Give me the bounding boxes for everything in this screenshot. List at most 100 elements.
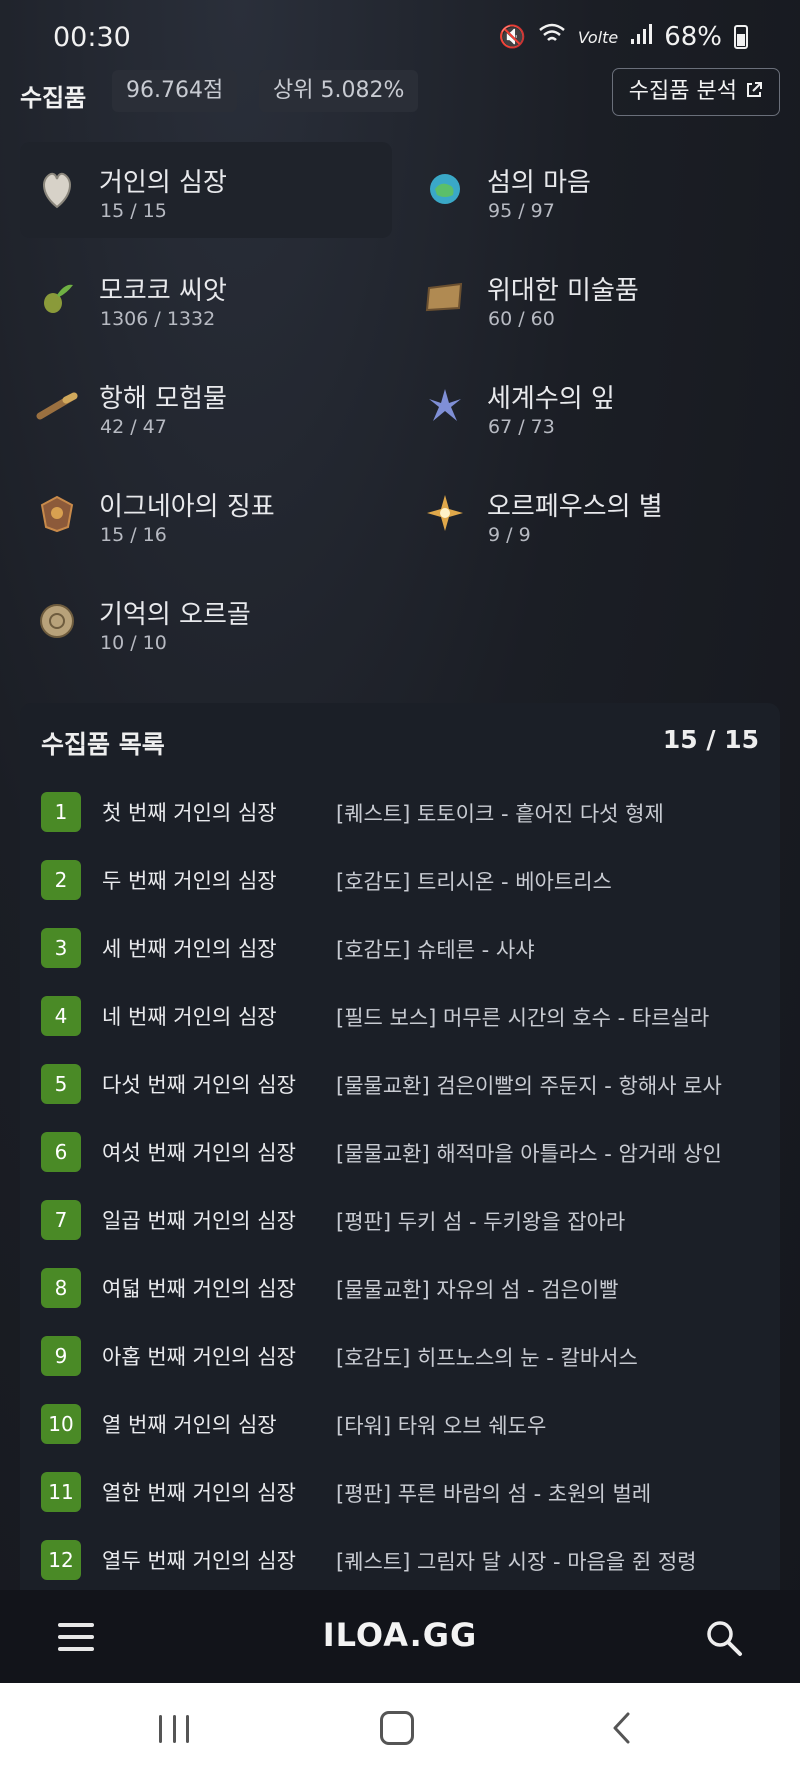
item-name: 첫 번째 거인의 심장 bbox=[102, 801, 277, 825]
item-name: 세 번째 거인의 심장 bbox=[102, 937, 277, 961]
category-world-tree-leaf[interactable]: 세계수의 잎 67 / 73 bbox=[408, 358, 780, 454]
battery-percent: 68% bbox=[664, 22, 722, 52]
list-title: 수집품 목록 bbox=[41, 730, 165, 759]
item-name: 다섯 번째 거인의 심장 bbox=[102, 1073, 296, 1097]
list-item[interactable]: 10 열 번째 거인의 심장 [타워] 타워 오브 쉐도우 bbox=[41, 1401, 761, 1445]
category-name: 세계수의 잎 bbox=[487, 384, 615, 414]
site-logo[interactable]: ILOA.GG bbox=[0, 1616, 800, 1654]
recent-apps-icon[interactable] bbox=[159, 1715, 189, 1743]
battery-icon bbox=[734, 25, 748, 49]
rank-badge: 상위 5.082% bbox=[259, 70, 419, 112]
status-icons: 🔇 Volte 68% bbox=[498, 22, 748, 52]
list-item[interactable]: 4 네 번째 거인의 심장 [필드 보스] 머무른 시간의 호수 - 타르실라 bbox=[41, 993, 761, 1037]
item-name: 여섯 번째 거인의 심장 bbox=[102, 1141, 296, 1165]
list-item[interactable]: 11 열한 번째 거인의 심장 [평판] 푸른 바람의 섬 - 초원의 벌레 bbox=[41, 1469, 761, 1513]
island-heart-icon bbox=[420, 164, 470, 214]
item-number-badge: 2 bbox=[41, 860, 81, 900]
great-art-icon bbox=[420, 272, 470, 322]
category-name: 기억의 오르골 bbox=[99, 600, 251, 630]
category-count: 1306 / 1332 bbox=[100, 308, 216, 330]
item-source: [물물교환] 해적마을 아틀라스 - 암거래 상인 bbox=[336, 1142, 722, 1166]
list-item[interactable]: 7 일곱 번째 거인의 심장 [평판] 두키 섬 - 두키왕을 잡아라 bbox=[41, 1197, 761, 1241]
category-mokoko-seed[interactable]: 모코코 씨앗 1306 / 1332 bbox=[20, 250, 392, 346]
category-island-heart[interactable]: 섬의 마음 95 / 97 bbox=[408, 142, 780, 238]
mute-icon: 🔇 bbox=[498, 24, 526, 50]
collection-header: 수집품 96.764점 상위 5.082% 수집품 분석 bbox=[20, 68, 780, 118]
item-source: [호감도] 히프노스의 눈 - 칼바서스 bbox=[336, 1346, 638, 1370]
category-ignea-token[interactable]: 이그네아의 징표 15 / 16 bbox=[20, 466, 392, 562]
list-item[interactable]: 3 세 번째 거인의 심장 [호감도] 슈테른 - 사샤 bbox=[41, 925, 761, 969]
item-source: [타워] 타워 오브 쉐도우 bbox=[336, 1414, 547, 1438]
item-number-badge: 3 bbox=[41, 928, 81, 968]
item-source: [호감도] 트리시온 - 베아트리스 bbox=[336, 870, 612, 894]
android-nav-bar bbox=[0, 1683, 800, 1778]
memory-orgel-icon bbox=[32, 596, 82, 646]
home-icon[interactable] bbox=[380, 1711, 414, 1745]
item-source: [필드 보스] 머무른 시간의 호수 - 타르실라 bbox=[336, 1006, 710, 1030]
category-orpheus-star[interactable]: 오르페우스의 별 9 / 9 bbox=[408, 466, 780, 562]
list-item[interactable]: 9 아홉 번째 거인의 심장 [호감도] 히프노스의 눈 - 칼바서스 bbox=[41, 1333, 761, 1377]
app-screen: 00:30 🔇 Volte 68% 수집품 96.764점 상위 5.082% … bbox=[0, 0, 800, 1683]
category-count: 95 / 97 bbox=[488, 200, 555, 222]
item-name: 아홉 번째 거인의 심장 bbox=[102, 1345, 296, 1369]
list-item[interactable]: 6 여섯 번째 거인의 심장 [물물교환] 해적마을 아틀라스 - 암거래 상인 bbox=[41, 1129, 761, 1173]
category-count: 42 / 47 bbox=[100, 416, 167, 438]
item-name: 네 번째 거인의 심장 bbox=[102, 1005, 277, 1029]
back-icon[interactable] bbox=[608, 1711, 636, 1745]
list-item[interactable]: 5 다섯 번째 거인의 심장 [물물교환] 검은이빨의 주둔지 - 항해사 로사 bbox=[41, 1061, 761, 1105]
item-source: [퀘스트] 그림자 달 시장 - 마음을 쥔 정령 bbox=[336, 1550, 697, 1574]
item-source: [호감도] 슈테른 - 사샤 bbox=[336, 938, 535, 962]
ignea-token-icon bbox=[32, 488, 82, 538]
item-number-badge: 4 bbox=[41, 996, 81, 1036]
search-icon[interactable] bbox=[704, 1618, 744, 1658]
category-count: 15 / 16 bbox=[100, 524, 167, 546]
item-name: 열한 번째 거인의 심장 bbox=[102, 1481, 296, 1505]
category-count: 10 / 10 bbox=[100, 632, 167, 654]
volte-indicator: Volte bbox=[577, 27, 619, 47]
list-count: 15 / 15 bbox=[662, 725, 759, 754]
item-number-badge: 10 bbox=[41, 1404, 81, 1444]
item-number-badge: 7 bbox=[41, 1200, 81, 1240]
item-name: 열 번째 거인의 심장 bbox=[102, 1413, 277, 1437]
list-item[interactable]: 8 여덟 번째 거인의 심장 [물물교환] 자유의 섬 - 검은이빨 bbox=[41, 1265, 761, 1309]
status-bar: 00:30 🔇 Volte 68% bbox=[0, 0, 800, 72]
signal-icon bbox=[630, 23, 653, 51]
orpheus-star-icon bbox=[420, 488, 470, 538]
category-name: 항해 모험물 bbox=[99, 384, 227, 414]
item-source: [평판] 두키 섬 - 두키왕을 잡아라 bbox=[336, 1210, 626, 1234]
category-name: 오르페우스의 별 bbox=[487, 492, 663, 522]
list-item[interactable]: 1 첫 번째 거인의 심장 [퀘스트] 토토이크 - 흩어진 다섯 형제 bbox=[41, 789, 761, 833]
category-count: 67 / 73 bbox=[488, 416, 555, 438]
item-source: [물물교환] 자유의 섬 - 검은이빨 bbox=[336, 1278, 619, 1302]
mokoko-seed-icon bbox=[32, 272, 82, 322]
wifi-icon bbox=[538, 23, 566, 51]
category-count: 15 / 15 bbox=[100, 200, 167, 222]
collection-list-panel: 수집품 목록 15 / 15 1 첫 번째 거인의 심장 [퀘스트] 토토이크 … bbox=[20, 703, 780, 1603]
category-voyage-item[interactable]: 항해 모험물 42 / 47 bbox=[20, 358, 392, 454]
category-great-art[interactable]: 위대한 미술품 60 / 60 bbox=[408, 250, 780, 346]
category-memory-orgel[interactable]: 기억의 오르골 10 / 10 bbox=[20, 574, 392, 670]
category-name: 이그네아의 징표 bbox=[99, 492, 275, 522]
collection-analysis-button[interactable]: 수집품 분석 bbox=[611, 68, 780, 116]
item-number-badge: 1 bbox=[41, 792, 81, 832]
category-name: 섬의 마음 bbox=[487, 168, 591, 198]
item-source: [물물교환] 검은이빨의 주둔지 - 항해사 로사 bbox=[336, 1074, 722, 1098]
list-item[interactable]: 12 열두 번째 거인의 심장 [퀘스트] 그림자 달 시장 - 마음을 쥔 정… bbox=[41, 1537, 761, 1581]
item-number-badge: 6 bbox=[41, 1132, 81, 1172]
item-number-badge: 8 bbox=[41, 1268, 81, 1308]
category-name: 모코코 씨앗 bbox=[99, 276, 227, 306]
item-number-badge: 11 bbox=[41, 1472, 81, 1512]
analysis-button-label: 수집품 분석 bbox=[628, 79, 737, 104]
category-name: 위대한 미술품 bbox=[487, 276, 639, 306]
external-link-icon bbox=[745, 69, 763, 115]
item-name: 두 번째 거인의 심장 bbox=[102, 869, 277, 893]
voyage-item-icon bbox=[32, 380, 82, 430]
item-number-badge: 9 bbox=[41, 1336, 81, 1376]
item-source: [평판] 푸른 바람의 섬 - 초원의 벌레 bbox=[336, 1482, 652, 1506]
category-count: 9 / 9 bbox=[488, 524, 531, 546]
category-giant-heart[interactable]: 거인의 심장 15 / 15 bbox=[20, 142, 392, 238]
world-tree-leaf-icon bbox=[420, 380, 470, 430]
page-title: 수집품 bbox=[20, 84, 87, 112]
list-item[interactable]: 2 두 번째 거인의 심장 [호감도] 트리시온 - 베아트리스 bbox=[41, 857, 761, 901]
category-name: 거인의 심장 bbox=[99, 168, 227, 198]
